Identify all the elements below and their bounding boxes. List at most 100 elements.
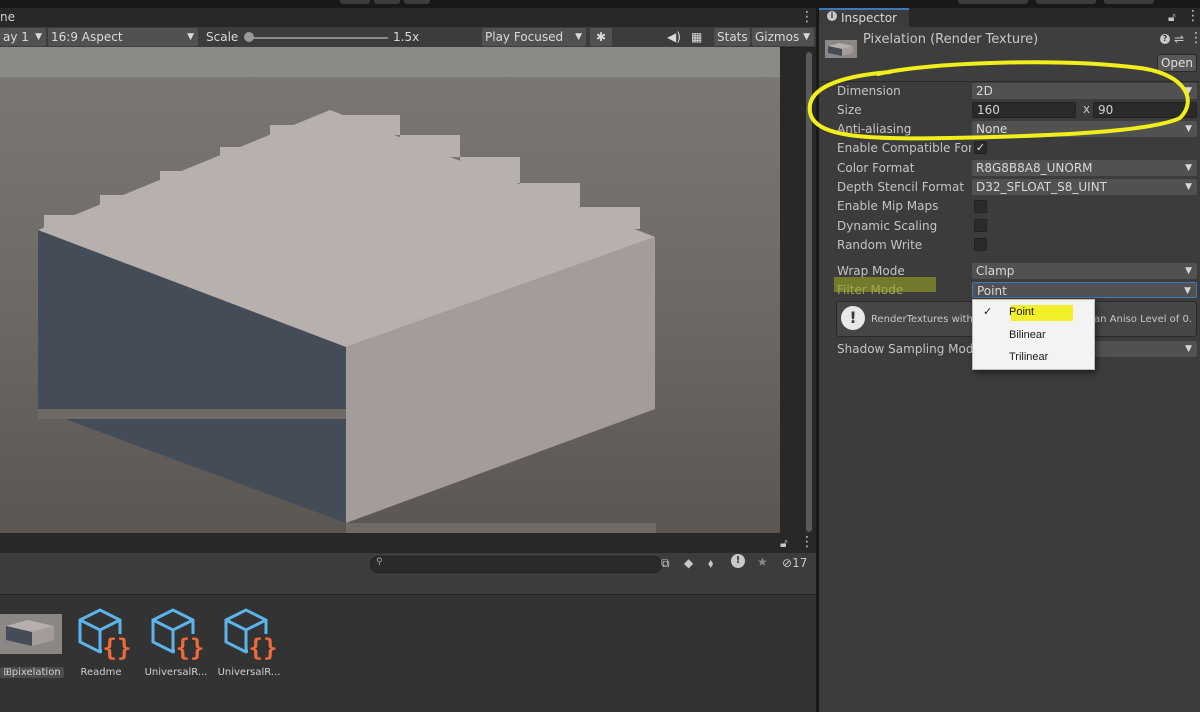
compat-format-checkbox[interactable]: ✓ [974,141,987,154]
filter-option-point[interactable]: Point [1009,306,1034,318]
asset-thumb-readme[interactable]: {} [76,606,132,665]
aspect-label: 16:9 Aspect [51,30,123,44]
display-dropdown[interactable]: ay 1 ▼ [0,28,46,46]
aspect-dropdown[interactable]: 16:9 Aspect ▼ [48,28,198,46]
size-label: Size [837,103,862,117]
eye-slash-icon: ⊘ [782,556,793,570]
game-viewport[interactable] [0,47,780,533]
dropdown-arrow-icon: ▼ [803,32,810,42]
scale-slider-handle[interactable] [244,32,254,42]
top-toolbar-button[interactable] [374,0,400,4]
asset-thumb-universalr-1[interactable]: {} [149,606,205,665]
top-toolbar-button[interactable] [1104,0,1154,4]
scale-label: Scale [206,30,239,44]
open-button[interactable]: Open [1157,54,1197,72]
hidden-count: 17 [792,556,808,570]
compat-format-label: Enable Compatible Form [837,141,971,155]
dropdown-arrow-icon: ▼ [1185,182,1192,192]
render-texture-thumbnail [825,40,857,58]
gizmos-label: Gizmos [755,30,800,44]
kebab-menu-icon[interactable]: ⋮ [800,534,814,550]
kebab-menu-icon[interactable]: ⋮ [1189,30,1200,46]
wrap-mode-dropdown[interactable]: Clamp ▼ [972,263,1197,279]
tab-inspector[interactable]: i Inspector [819,8,909,27]
speaker-icon[interactable]: ◀) [667,28,681,46]
play-mode-label: Play Focused [485,30,564,44]
scale-slider-track[interactable] [248,37,388,39]
dimension-dropdown[interactable]: 2D ▼ [972,83,1197,99]
dynamic-scaling-label: Dynamic Scaling [837,219,938,233]
scale-value: 1.5x [393,30,420,44]
mip-maps-checkbox[interactable] [974,200,987,213]
top-toolbar-button[interactable] [404,0,430,4]
dropdown-arrow-icon: ▼ [1185,86,1192,96]
script-asset-icon: {} [151,608,205,662]
play-mode-dropdown[interactable]: Play Focused ▼ [482,28,586,46]
search-by-type-icon[interactable]: ⧉ [661,556,670,571]
gizmos-dropdown[interactable]: Gizmos ▼ [752,28,814,46]
render-texture-icon [825,40,857,58]
filter-mode-label: Filter Mode [837,283,904,297]
kebab-menu-icon[interactable]: ⋮ [800,8,814,26]
search-icon: ⚲ [376,557,383,567]
script-asset-icon: {} [224,608,278,662]
game-tab-bar [0,8,816,27]
asset-thumb-universalr-2[interactable]: {} [222,606,278,665]
label-tag-icon[interactable]: ⬧ [708,556,713,571]
filter-type-icon[interactable]: ◆ [684,556,693,570]
help-text-left: RenderTextures with [871,314,973,325]
lock-icon[interactable]: 🔓︎ [780,536,788,551]
top-toolbar-button[interactable] [958,0,1028,4]
dropdown-arrow-icon: ▼ [1185,266,1192,276]
tab-game[interactable]: ne [0,10,15,24]
kebab-menu-icon[interactable]: ⋮ [1186,8,1200,24]
warning-icon[interactable]: ! [731,554,745,568]
dropdown-arrow-icon: ▼ [1185,344,1192,354]
svg-text:{}: {} [103,634,132,662]
random-write-label: Random Write [837,238,923,252]
favorite-star-icon[interactable]: ★ [757,555,768,569]
presets-icon[interactable]: ⇌ [1174,32,1184,46]
viewport-scrollbar[interactable] [806,52,812,532]
top-toolbar-button[interactable] [340,0,370,4]
project-search-input[interactable]: ⚲ [370,556,662,573]
pixelated-cube-render [0,47,780,533]
help-text-right: an Aniso Level of 0. [1094,314,1193,325]
hidden-packages-counter[interactable]: ⊘17 [782,556,807,570]
filter-option-bilinear[interactable]: Bilinear [1009,329,1046,341]
size-height-field[interactable]: 90 [1093,102,1197,118]
top-toolbar-button[interactable] [1036,0,1096,4]
depth-format-dropdown[interactable]: D32_SFLOAT_S8_UINT ▼ [972,179,1197,195]
anti-aliasing-dropdown[interactable]: None ▼ [972,121,1197,137]
asset-thumb-pixelation[interactable] [0,614,62,654]
project-tab-bar [0,533,816,553]
color-format-dropdown[interactable]: R8G8B8A8_UNORM ▼ [972,160,1197,176]
asset-label-pixelation[interactable]: ⊞pixelation [0,667,64,678]
project-path-bar [0,575,816,595]
display-label: ay 1 [3,30,29,44]
asset-label-readme[interactable]: Readme [76,667,126,678]
random-write-checkbox[interactable] [974,238,987,251]
script-asset-icon: {} [78,608,132,662]
selected-check-icon: ✓ [983,305,993,318]
bug-icon[interactable]: ✱ [590,28,612,46]
keyboard-icon[interactable]: ▦ [691,28,702,46]
help-icon[interactable]: ? [1160,34,1170,44]
size-width-field[interactable]: 160 [972,102,1076,118]
filter-option-trilinear[interactable]: Trilinear [1009,351,1048,363]
asset-label-universalr-2[interactable]: UniversalR... [216,667,282,678]
filter-mode-dropdown[interactable]: Point ▼ [972,282,1197,298]
dynamic-scaling-checkbox[interactable] [974,219,987,232]
info-icon: i [827,11,837,21]
color-format-label: Color Format [837,161,915,175]
lock-icon[interactable]: 🔓︎ [1168,10,1176,25]
render-texture-icon [0,614,62,654]
dimension-label: Dimension [837,84,901,98]
filter-mode-popup: ✓ Point Bilinear Trilinear [972,299,1095,370]
warning-icon: ! [841,306,865,330]
render-texture-small-icon: ⊞ [3,667,12,678]
dropdown-arrow-icon: ▼ [575,32,582,42]
stats-button[interactable]: Stats [714,28,750,46]
asset-label-universalr-1[interactable]: UniversalR... [143,667,209,678]
dropdown-arrow-icon: ▼ [1185,124,1192,134]
